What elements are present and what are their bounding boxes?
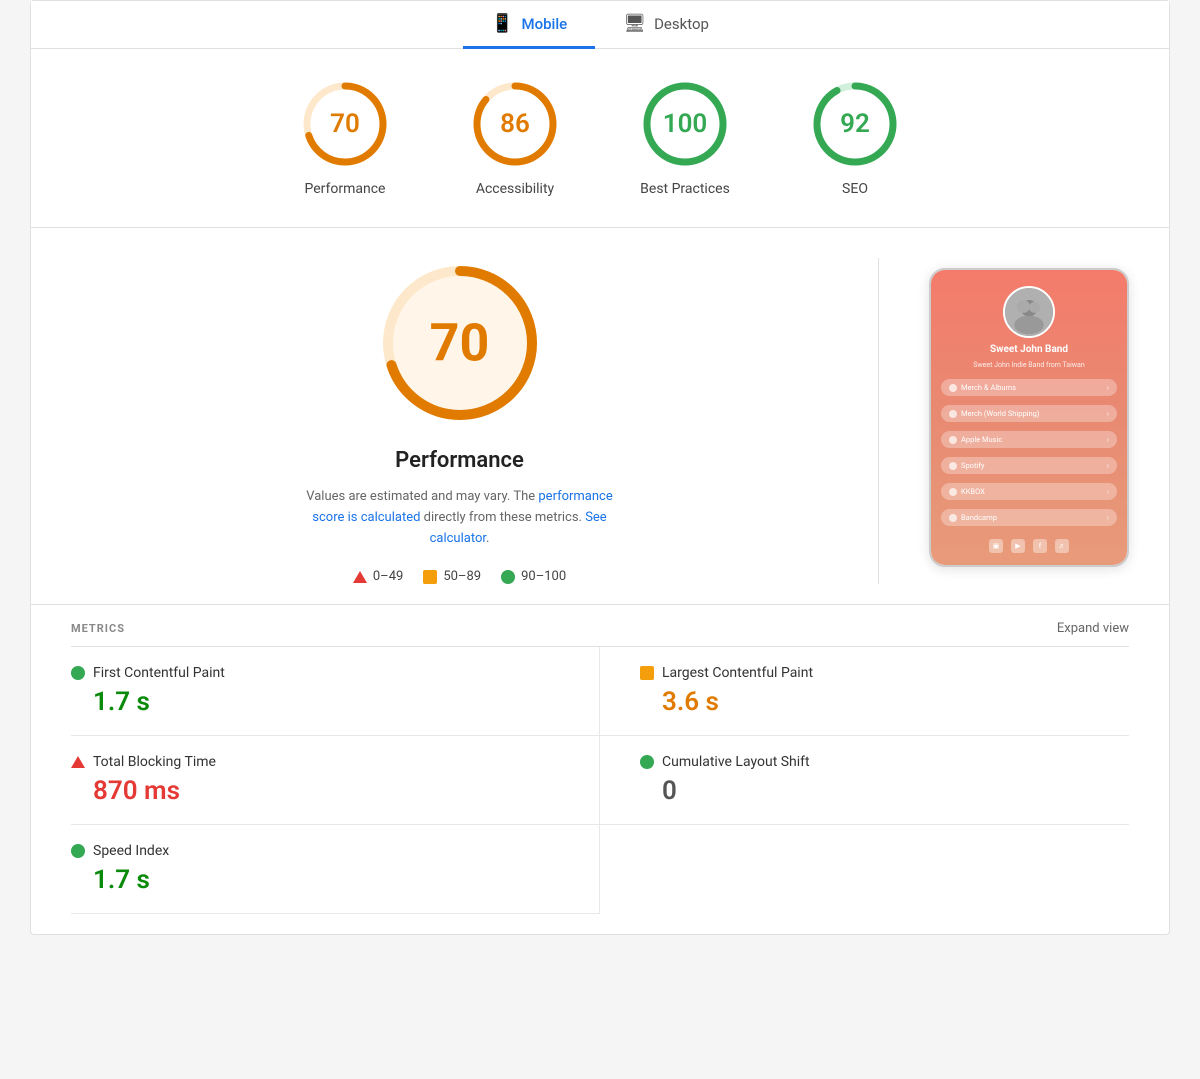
score-card-performance: 70 Performance	[300, 79, 390, 197]
social-icon-1: ▣	[989, 539, 1003, 553]
social-icon-4: ♬	[1055, 539, 1069, 553]
metric-dot-cls	[640, 755, 654, 769]
phone-social-icons: ▣ ▶ f ♬	[989, 539, 1069, 553]
metric-dot-si	[71, 844, 85, 858]
vertical-divider	[878, 258, 879, 584]
metrics-section: METRICS Expand view First Contentful Pai…	[31, 605, 1169, 934]
score-value-accessibility: 86	[500, 109, 530, 139]
main-container: 📱 Mobile 🖥 Desktop 70 Performance	[30, 0, 1170, 935]
score-label-seo: SEO	[842, 181, 868, 197]
metric-name-si: Speed Index	[93, 843, 169, 859]
expand-view-button[interactable]: Expand view	[1057, 621, 1129, 636]
desc-text-middle: directly from these metrics.	[420, 510, 585, 525]
phone-band-name: Sweet John Band	[990, 344, 1068, 355]
phone-btn-label-4: KKBOX	[961, 487, 985, 496]
phone-btn-label-2: Apple Music	[961, 435, 1002, 444]
metric-cls: Cumulative Layout Shift 0	[600, 736, 1129, 825]
legend-fail-range: 0–49	[373, 569, 403, 584]
phone-frame: Sweet John Band Sweet John Indie Band fr…	[929, 268, 1129, 567]
score-card-accessibility: 86 Accessibility	[470, 79, 560, 197]
phone-btn-1: Merch (World Shipping) ›	[941, 405, 1117, 422]
score-circle-performance: 70	[300, 79, 390, 169]
score-card-seo: 92 SEO	[810, 79, 900, 197]
tab-desktop-label: Desktop	[654, 15, 709, 33]
metric-tbt: Total Blocking Time 870 ms	[71, 736, 600, 825]
score-label-accessibility: Accessibility	[476, 181, 554, 197]
performance-detail: 70 Performance Values are estimated and …	[91, 258, 828, 584]
score-card-best-practices: 100 Best Practices	[640, 79, 730, 197]
metric-name-cls: Cumulative Layout Shift	[662, 754, 810, 770]
legend-average-range: 50–89	[443, 569, 481, 584]
score-cards-section: 70 Performance 86 Accessibility 10	[31, 49, 1169, 228]
metric-value-lcp: 3.6 s	[640, 687, 1129, 717]
score-circle-best-practices: 100	[640, 79, 730, 169]
tab-bar: 📱 Mobile 🖥 Desktop	[31, 1, 1169, 49]
score-circle-accessibility: 86	[470, 79, 560, 169]
social-icon-2: ▶	[1011, 539, 1025, 553]
legend-circle-icon	[501, 570, 515, 584]
legend-triangle-icon	[353, 571, 367, 583]
score-label-best-practices: Best Practices	[640, 181, 730, 197]
metric-value-tbt: 870 ms	[71, 776, 559, 806]
phone-btn-label-1: Merch (World Shipping)	[961, 409, 1039, 418]
big-score-circle: 70	[375, 258, 545, 428]
metric-value-fcp: 1.7 s	[71, 687, 559, 717]
metrics-grid: First Contentful Paint 1.7 s Largest Con…	[71, 647, 1129, 914]
legend-square-icon	[423, 570, 437, 584]
phone-band-sub: Sweet John Indie Band from Taiwan	[973, 361, 1084, 369]
metrics-title: METRICS	[71, 622, 125, 635]
tab-desktop[interactable]: 🖥 Desktop	[595, 1, 737, 49]
phone-mockup: Sweet John Band Sweet John Indie Band fr…	[929, 268, 1129, 567]
metric-name-lcp: Largest Contentful Paint	[662, 665, 813, 681]
desktop-icon: 🖥	[623, 13, 646, 34]
score-circle-seo: 92	[810, 79, 900, 169]
metric-name-tbt: Total Blocking Time	[93, 754, 216, 770]
legend-fail: 0–49	[353, 569, 403, 584]
mobile-icon: 📱	[491, 13, 513, 34]
metrics-header: METRICS Expand view	[71, 605, 1129, 647]
metric-value-si: 1.7 s	[71, 865, 559, 895]
perf-title: Performance	[395, 448, 524, 473]
score-value-best-practices: 100	[663, 109, 708, 139]
legend: 0–49 50–89 90–100	[353, 569, 566, 584]
phone-btn-4: KKBOX ›	[941, 483, 1117, 500]
phone-btn-5: Bandcamp ›	[941, 509, 1117, 526]
phone-btn-label-0: Merch & Albums	[961, 383, 1016, 392]
phone-btn-label-5: Bandcamp	[961, 513, 997, 522]
metric-dot-fcp	[71, 666, 85, 680]
metric-dot-lcp	[640, 666, 654, 680]
main-content: 70 Performance Values are estimated and …	[31, 228, 1169, 605]
metric-lcp: Largest Contentful Paint 3.6 s	[600, 647, 1129, 736]
metric-si: Speed Index 1.7 s	[71, 825, 600, 914]
desc-text-after: .	[486, 531, 489, 546]
metric-name-fcp: First Contentful Paint	[93, 665, 225, 681]
phone-btn-0: Merch & Albums ›	[941, 379, 1117, 396]
legend-pass: 90–100	[501, 569, 566, 584]
tab-mobile[interactable]: 📱 Mobile	[463, 1, 595, 49]
score-value-performance: 70	[330, 109, 360, 139]
score-label-performance: Performance	[305, 181, 386, 197]
phone-content: Sweet John Band Sweet John Indie Band fr…	[931, 270, 1127, 565]
phone-btn-3: Spotify ›	[941, 457, 1117, 474]
legend-pass-range: 90–100	[521, 569, 566, 584]
desc-text-before: Values are estimated and may vary. The	[306, 489, 538, 504]
metric-dot-tbt	[71, 756, 85, 768]
phone-btn-label-3: Spotify	[961, 461, 984, 470]
metric-fcp: First Contentful Paint 1.7 s	[71, 647, 600, 736]
social-icon-3: f	[1033, 539, 1047, 553]
phone-avatar	[1003, 286, 1055, 338]
big-score-number: 70	[430, 313, 490, 374]
metric-value-cls: 0	[640, 776, 1129, 806]
tab-mobile-label: Mobile	[521, 15, 567, 33]
score-value-seo: 92	[840, 109, 870, 139]
perf-desc: Values are estimated and may vary. The p…	[290, 487, 630, 549]
phone-btn-2: Apple Music ›	[941, 431, 1117, 448]
legend-average: 50–89	[423, 569, 481, 584]
